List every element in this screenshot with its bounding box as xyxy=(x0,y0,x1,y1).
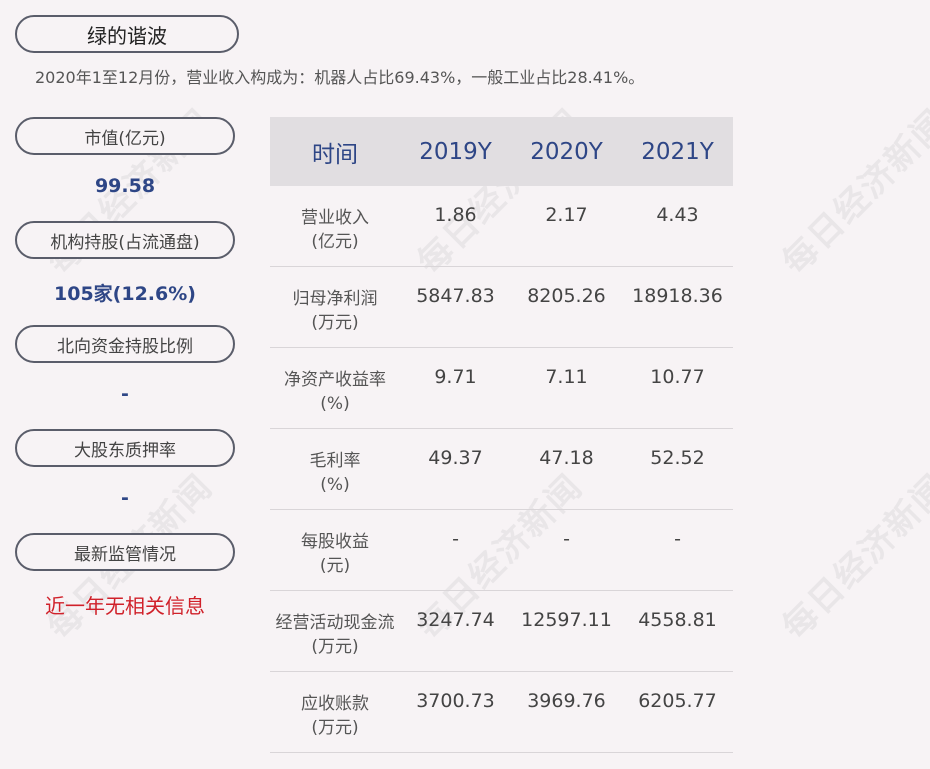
row-name: 应收账款 xyxy=(301,694,369,714)
company-title: 绿的谐波 xyxy=(15,15,239,53)
market-cap-value: 99.58 xyxy=(94,175,156,197)
financial-table: 时间 2019Y 2020Y 2021Y 营业收入 (亿元) 1.86 2.17 … xyxy=(270,117,733,753)
cell-value: 7.11 xyxy=(545,366,588,388)
cell-value: 4558.81 xyxy=(638,609,717,631)
row-unit: (万元) xyxy=(311,313,359,333)
cell-value: 12597.11 xyxy=(521,609,612,631)
row-name: 每股收益 xyxy=(301,532,369,552)
header-2019: 2019Y xyxy=(419,138,492,165)
row-unit: (万元) xyxy=(311,637,359,657)
institutional-holding-label: 机构持股(占流通盘) xyxy=(15,221,235,259)
regulatory-status-value: 近一年无相关信息 xyxy=(45,594,205,618)
table-row: 归母净利润 (万元) 5847.83 8205.26 18918.36 xyxy=(270,267,733,348)
cell-value: 18918.36 xyxy=(632,285,723,307)
row-unit: (元) xyxy=(319,556,351,576)
table-row: 营业收入 (亿元) 1.86 2.17 4.43 xyxy=(270,186,733,267)
northbound-holding-label: 北向资金持股比例 xyxy=(15,325,235,363)
cell-value: 9.71 xyxy=(434,366,477,388)
table-row: 经营活动现金流 (万元) 3247.74 12597.11 4558.81 xyxy=(270,591,733,672)
regulatory-status-label: 最新监管情况 xyxy=(15,533,235,571)
pledge-ratio-label: 大股东质押率 xyxy=(15,429,235,467)
cell-value: 47.18 xyxy=(539,447,594,469)
cell-value: 5847.83 xyxy=(416,285,495,307)
table-header: 时间 2019Y 2020Y 2021Y xyxy=(270,117,733,186)
row-name: 归母净利润 xyxy=(292,289,378,309)
cell-value: 4.43 xyxy=(656,204,699,226)
cell-value: 8205.26 xyxy=(527,285,606,307)
header-2020: 2020Y xyxy=(530,138,603,165)
cell-value: - xyxy=(452,528,459,550)
header-2021: 2021Y xyxy=(641,138,714,165)
northbound-holding-value: - xyxy=(121,383,129,405)
cell-value: 3247.74 xyxy=(416,609,495,631)
cell-value: 10.77 xyxy=(650,366,705,388)
watermark: 每日经济新闻 xyxy=(774,101,930,283)
cell-value: 6205.77 xyxy=(638,690,717,712)
cell-value: 3969.76 xyxy=(527,690,606,712)
cell-value: - xyxy=(563,528,570,550)
institutional-holding-value: 105家(12.6%) xyxy=(54,283,196,305)
pledge-ratio-value: - xyxy=(121,487,129,509)
cell-value: 49.37 xyxy=(428,447,483,469)
row-unit: (%) xyxy=(320,475,350,495)
table-row: 毛利率 (%) 49.37 47.18 52.52 xyxy=(270,429,733,510)
header-period: 时间 xyxy=(312,141,358,168)
table-row: 每股收益 (元) - - - xyxy=(270,510,733,591)
cell-value: 52.52 xyxy=(650,447,705,469)
table-row: 应收账款 (万元) 3700.73 3969.76 6205.77 xyxy=(270,672,733,753)
row-unit: (亿元) xyxy=(311,232,359,252)
row-name: 毛利率 xyxy=(309,451,361,471)
table-row: 净资产收益率 (%) 9.71 7.11 10.77 xyxy=(270,348,733,429)
watermark: 每日经济新闻 xyxy=(774,466,930,648)
cell-value: 1.86 xyxy=(434,204,477,226)
cell-value: 2.17 xyxy=(545,204,588,226)
row-name: 营业收入 xyxy=(301,208,369,228)
market-cap-label: 市值(亿元) xyxy=(15,117,235,155)
row-unit: (%) xyxy=(320,394,350,414)
revenue-summary: 2020年1至12月份，营业收入构成为：机器人占比69.43%，一般工业占比28… xyxy=(35,68,645,87)
row-unit: (万元) xyxy=(311,718,359,738)
cell-value: - xyxy=(674,528,681,550)
cell-value: 3700.73 xyxy=(416,690,495,712)
row-name: 经营活动现金流 xyxy=(275,613,395,633)
row-name: 净资产收益率 xyxy=(284,370,386,390)
